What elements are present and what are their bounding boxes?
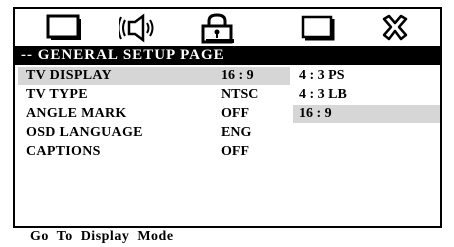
- page-title: -- GENERAL SETUP PAGE: [21, 47, 225, 63]
- tv-icon[interactable]: [45, 13, 83, 43]
- setting-value: NTSC: [221, 87, 259, 102]
- setting-label: ANGLE MARK: [26, 106, 127, 121]
- setting-label: TV TYPE: [26, 87, 88, 102]
- setting-row-angle-mark[interactable]: ANGLE MARK OFF: [18, 105, 290, 123]
- setting-value: ENG: [221, 125, 252, 140]
- speaker-icon[interactable]: [119, 13, 161, 43]
- menu-icon-bar: [15, 9, 440, 45]
- option-label: 16 : 9: [299, 106, 332, 121]
- setting-row-osd-language[interactable]: OSD LANGUAGE ENG: [18, 124, 290, 142]
- status-hint: Go To Display Mode: [30, 229, 174, 244]
- lock-icon[interactable]: [199, 13, 235, 44]
- page-title-bar: -- GENERAL SETUP PAGE: [15, 46, 440, 65]
- option-label: 4 : 3 PS: [299, 68, 345, 83]
- setting-label: CAPTIONS: [26, 144, 101, 159]
- option-4-3-lb[interactable]: 4 : 3 LB: [293, 86, 440, 104]
- option-4-3-ps[interactable]: 4 : 3 PS: [293, 67, 440, 85]
- setup-menu-screen: -- GENERAL SETUP PAGE TV DISPLAY 16 : 9 …: [13, 7, 442, 228]
- setting-label: OSD LANGUAGE: [26, 125, 143, 140]
- setting-value: OFF: [221, 106, 249, 121]
- screen-icon[interactable]: [299, 13, 337, 43]
- option-16-9[interactable]: 16 : 9: [293, 105, 440, 123]
- exit-icon[interactable]: [379, 13, 411, 43]
- setting-row-tv-display[interactable]: TV DISPLAY 16 : 9: [18, 67, 290, 85]
- setting-row-captions[interactable]: CAPTIONS OFF: [18, 143, 290, 161]
- setting-label: TV DISPLAY: [26, 68, 112, 83]
- setting-row-tv-type[interactable]: TV TYPE NTSC: [18, 86, 290, 104]
- setting-value: 16 : 9: [221, 68, 254, 83]
- option-label: 4 : 3 LB: [299, 87, 347, 102]
- setting-value: OFF: [221, 144, 249, 159]
